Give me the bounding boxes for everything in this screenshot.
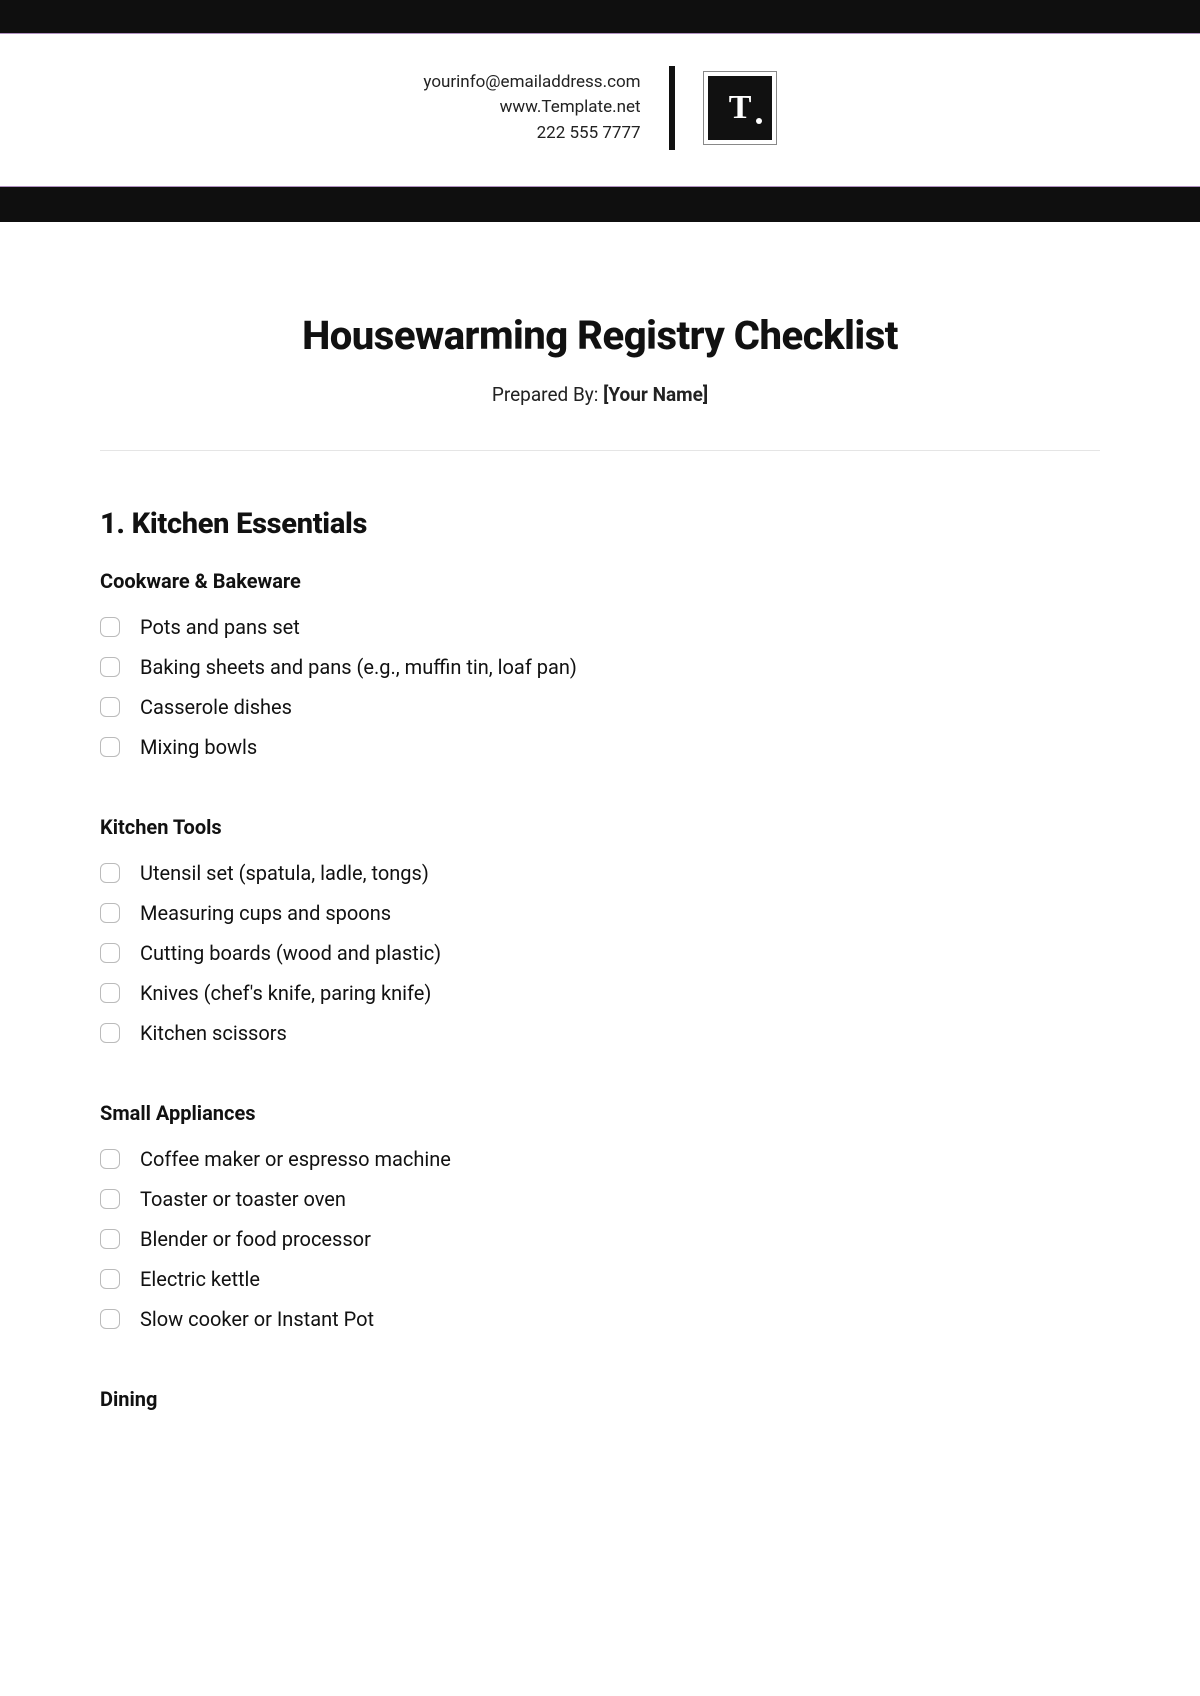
content: Housewarming Registry Checklist Prepared… (0, 222, 1200, 1499)
checklist-item: Toaster or toaster oven (100, 1179, 1100, 1219)
vertical-divider (669, 66, 675, 150)
prepared-by: Prepared By: [Your Name] (100, 383, 1100, 406)
checklist-item: Blender or food processor (100, 1219, 1100, 1259)
header-website: www.Template.net (423, 95, 640, 121)
mid-bar (0, 186, 1200, 222)
checkbox[interactable] (100, 657, 120, 677)
subsection: Kitchen Tools Utensil set (spatula, ladle… (100, 815, 1100, 1053)
checkbox[interactable] (100, 1229, 120, 1249)
checklist-item-label: Slow cooker or Instant Pot (140, 1303, 374, 1335)
checklist-item-label: Coffee maker or espresso machine (140, 1143, 451, 1175)
checklist-item: Cutting boards (wood and plastic) (100, 933, 1100, 973)
checklist-item: Coffee maker or espresso machine (100, 1139, 1100, 1179)
checkbox[interactable] (100, 737, 120, 757)
checkbox[interactable] (100, 863, 120, 883)
checklist-item-label: Utensil set (spatula, ladle, tongs) (140, 857, 429, 889)
subsection-title: Cookware & Bakeware (100, 569, 1100, 593)
checklist-item: Casserole dishes (100, 687, 1100, 727)
subsection-title: Small Appliances (100, 1101, 1100, 1125)
checklist-item-label: Pots and pans set (140, 611, 300, 643)
prepared-label: Prepared By: (492, 383, 603, 406)
checkbox[interactable] (100, 1309, 120, 1329)
logo-letter: T (729, 89, 751, 127)
subsection-title: Dining (100, 1387, 1100, 1411)
checklist-item: Knives (chef's knife, paring knife) (100, 973, 1100, 1013)
checkbox[interactable] (100, 1189, 120, 1209)
checklist-item-label: Blender or food processor (140, 1223, 371, 1255)
checklist-item: Kitchen scissors (100, 1013, 1100, 1053)
checklist-item-label: Toaster or toaster oven (140, 1183, 346, 1215)
prepared-name: [Your Name] (603, 383, 708, 406)
checklist-item-label: Electric kettle (140, 1263, 260, 1295)
checkbox[interactable] (100, 617, 120, 637)
checkbox[interactable] (100, 697, 120, 717)
subsection: Dining (100, 1387, 1100, 1411)
checklist-item: Pots and pans set (100, 607, 1100, 647)
checklist-item: Utensil set (spatula, ladle, tongs) (100, 853, 1100, 893)
checkbox[interactable] (100, 1023, 120, 1043)
checkbox[interactable] (100, 983, 120, 1003)
subsection-title: Kitchen Tools (100, 815, 1100, 839)
top-bar (0, 0, 1200, 34)
page-title: Housewarming Registry Checklist (100, 312, 1100, 359)
header: yourinfo@emailaddress.com www.Template.n… (0, 34, 1200, 186)
header-info: yourinfo@emailaddress.com www.Template.n… (423, 70, 640, 147)
header-email: yourinfo@emailaddress.com (423, 70, 640, 96)
checklist-item: Measuring cups and spoons (100, 893, 1100, 933)
subsection: Small Appliances Coffee maker or espresso… (100, 1101, 1100, 1339)
checklist-item-label: Casserole dishes (140, 691, 292, 723)
header-phone: 222 555 7777 (423, 121, 640, 147)
logo-dot-icon (756, 118, 762, 124)
checklist-item-label: Kitchen scissors (140, 1017, 287, 1049)
checklist-item-label: Baking sheets and pans (e.g., muffin tin… (140, 651, 577, 683)
checkbox[interactable] (100, 943, 120, 963)
checklist-item: Electric kettle (100, 1259, 1100, 1299)
checklist-item: Baking sheets and pans (e.g., muffin tin… (100, 647, 1100, 687)
checklist-item-label: Measuring cups and spoons (140, 897, 391, 929)
checklist-item: Slow cooker or Instant Pot (100, 1299, 1100, 1339)
section-title: 1. Kitchen Essentials (100, 507, 1100, 541)
checklist-item: Mixing bowls (100, 727, 1100, 767)
checklist-item-label: Knives (chef's knife, paring knife) (140, 977, 431, 1009)
subsections: Cookware & Bakeware Pots and pans set Baki… (100, 569, 1100, 1411)
checklist-item-label: Mixing bowls (140, 731, 257, 763)
checklist-item-label: Cutting boards (wood and plastic) (140, 937, 441, 969)
logo: T (703, 71, 777, 145)
checkbox[interactable] (100, 1269, 120, 1289)
checkbox[interactable] (100, 903, 120, 923)
logo-inner: T (708, 76, 772, 140)
checkbox[interactable] (100, 1149, 120, 1169)
subsection: Cookware & Bakeware Pots and pans set Baki… (100, 569, 1100, 767)
divider (100, 450, 1100, 451)
